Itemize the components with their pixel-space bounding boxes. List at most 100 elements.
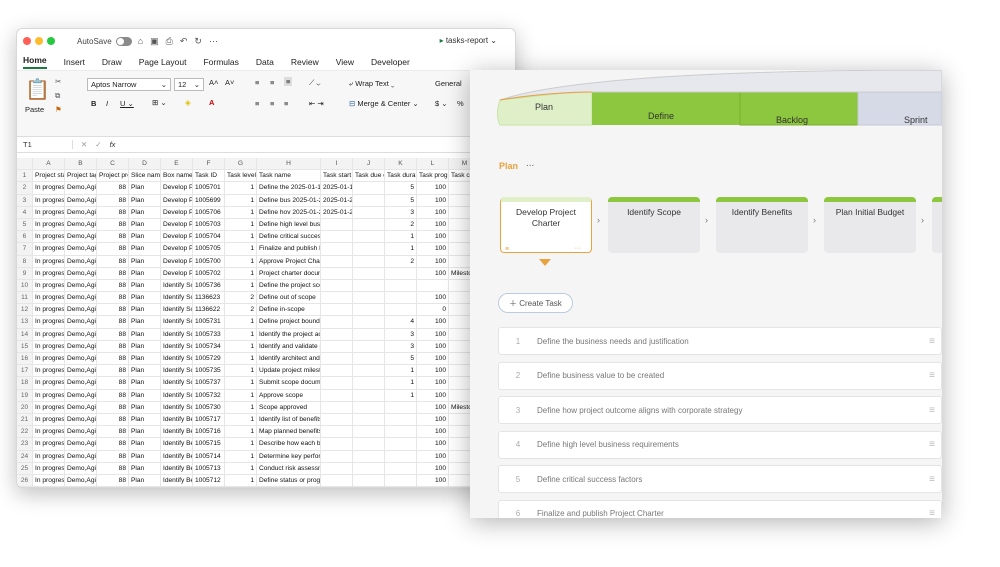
select-all-corner[interactable]	[17, 158, 33, 170]
row-number[interactable]: 13	[17, 316, 33, 328]
confirm-icon[interactable]: ✓	[95, 140, 101, 149]
table-cell[interactable]: 88	[97, 304, 129, 316]
format-painter-icon[interactable]: ⚑	[55, 105, 62, 114]
table-cell[interactable]: Identify Sc	[161, 316, 193, 328]
sprint-segment[interactable]	[857, 91, 942, 126]
table-cell[interactable]: Plan	[129, 255, 161, 267]
table-cell[interactable]	[353, 487, 385, 488]
table-cell[interactable]: Determine target dates and milestones fo…	[257, 487, 321, 488]
table-cell[interactable]: Demo,Agil	[65, 279, 97, 292]
table-cell[interactable]: In progress	[33, 304, 65, 316]
table-cell[interactable]: Plan	[129, 365, 161, 377]
table-cell[interactable]: 1005703	[193, 218, 225, 231]
row-number[interactable]: 8	[17, 255, 33, 267]
table-cell[interactable]: In progress	[33, 450, 65, 462]
table-cell[interactable]	[353, 353, 385, 365]
table-cell[interactable]	[321, 413, 353, 426]
table-cell[interactable]: 88	[97, 474, 129, 487]
table-cell[interactable]: 2	[225, 292, 257, 304]
table-cell[interactable]: Identify and validate project assu	[257, 340, 321, 352]
table-cell[interactable]: In progress	[33, 328, 65, 340]
table-cell[interactable]: In progress	[33, 365, 65, 377]
table-cell[interactable]: 1136623	[193, 292, 225, 304]
table-cell[interactable]: 2025-01-2	[321, 206, 353, 218]
table-cell[interactable]: Identify Sc	[161, 292, 193, 304]
table-cell[interactable]: 1	[225, 474, 257, 487]
table-cell[interactable]: 1	[385, 365, 417, 377]
table-cell[interactable]: Plan	[129, 377, 161, 389]
table-cell[interactable]: 3	[385, 328, 417, 340]
table-cell[interactable]: In progress	[33, 426, 65, 438]
table-cell[interactable]: 88	[97, 206, 129, 218]
table-cell[interactable]: Demo,Agil	[65, 413, 97, 426]
table-cell[interactable]: 1	[225, 340, 257, 352]
more-icon[interactable]: ⋯	[209, 36, 218, 47]
table-cell[interactable]	[321, 279, 353, 292]
table-cell[interactable]: Task start	[321, 170, 353, 182]
table-cell[interactable]: Plan	[129, 474, 161, 487]
table-cell[interactable]	[385, 438, 417, 450]
table-cell[interactable]: 88	[97, 255, 129, 267]
table-cell[interactable]: Demo,Agil	[65, 206, 97, 218]
table-cell[interactable]: 100	[417, 450, 449, 462]
row-number[interactable]: 4	[17, 206, 33, 218]
table-cell[interactable]: Identify Be	[161, 450, 193, 462]
spreadsheet-grid[interactable]: ABCDEFGHIJKLMN1Project staProject tagPro…	[17, 158, 515, 488]
table-cell[interactable]	[321, 316, 353, 328]
table-cell[interactable]: Plan	[129, 340, 161, 352]
table-cell[interactable]: Demo,Agil	[65, 462, 97, 474]
row-number[interactable]: 25	[17, 462, 33, 474]
table-cell[interactable]: Identify Be	[161, 487, 193, 488]
column-header[interactable]: E	[161, 158, 193, 170]
table-cell[interactable]	[385, 450, 417, 462]
column-header[interactable]: G	[225, 158, 257, 170]
zoom-dot-icon[interactable]	[47, 37, 55, 45]
box-card-partial[interactable]	[932, 197, 942, 253]
row-number[interactable]: 18	[17, 377, 33, 389]
table-cell[interactable]	[321, 462, 353, 474]
font-size-select[interactable]: 12 ⌄	[174, 78, 204, 91]
slice-menu-icon[interactable]: ...	[526, 158, 534, 169]
table-cell[interactable]: Identify Be	[161, 413, 193, 426]
table-cell[interactable]	[385, 279, 417, 292]
table-cell[interactable]: Plan	[129, 462, 161, 474]
table-cell[interactable]: In progress	[33, 231, 65, 243]
table-cell[interactable]: Demo,Agil	[65, 377, 97, 389]
table-cell[interactable]: Define critical success factors	[257, 231, 321, 243]
create-task-button[interactable]: ＋ Create Task	[498, 293, 573, 313]
table-cell[interactable]: 1	[225, 316, 257, 328]
table-cell[interactable]: 1	[225, 231, 257, 243]
table-cell[interactable]	[353, 243, 385, 255]
tab-developer[interactable]: Developer	[371, 57, 410, 67]
table-cell[interactable]: Task progr	[417, 170, 449, 182]
row-number[interactable]: 6	[17, 231, 33, 243]
table-cell[interactable]	[321, 218, 353, 231]
box-card-identify-scope[interactable]: Identify Scope	[608, 197, 700, 253]
table-cell[interactable]: 100	[417, 243, 449, 255]
table-cell[interactable]: 1005737	[193, 377, 225, 389]
table-cell[interactable]: 88	[97, 401, 129, 413]
tab-draw[interactable]: Draw	[102, 57, 122, 67]
table-cell[interactable]: 1	[225, 218, 257, 231]
table-cell[interactable]: In progress	[33, 194, 65, 206]
table-cell[interactable]: 2	[225, 304, 257, 316]
table-cell[interactable]: In progress	[33, 243, 65, 255]
bold-icon[interactable]: B	[91, 99, 96, 108]
table-cell[interactable]: 100	[417, 194, 449, 206]
table-cell[interactable]: In progress	[33, 353, 65, 365]
table-cell[interactable]: Plan	[129, 279, 161, 292]
table-cell[interactable]	[385, 426, 417, 438]
table-cell[interactable]: Demo,Agil	[65, 353, 97, 365]
table-cell[interactable]: 4	[385, 316, 417, 328]
row-number[interactable]: 17	[17, 365, 33, 377]
table-cell[interactable]	[321, 401, 353, 413]
table-cell[interactable]	[385, 292, 417, 304]
orientation-icon[interactable]: ⟋ ⌄	[309, 78, 320, 88]
merge-center-button[interactable]: ⊟ Merge & Center ⌄	[349, 99, 419, 108]
table-cell[interactable]: 1	[225, 377, 257, 389]
tab-view[interactable]: View	[336, 57, 354, 67]
task-row[interactable]: 1 Define the business needs and justifica…	[498, 327, 942, 355]
table-cell[interactable]: 88	[97, 279, 129, 292]
table-cell[interactable]: Define out of scope	[257, 292, 321, 304]
table-cell[interactable]	[385, 462, 417, 474]
